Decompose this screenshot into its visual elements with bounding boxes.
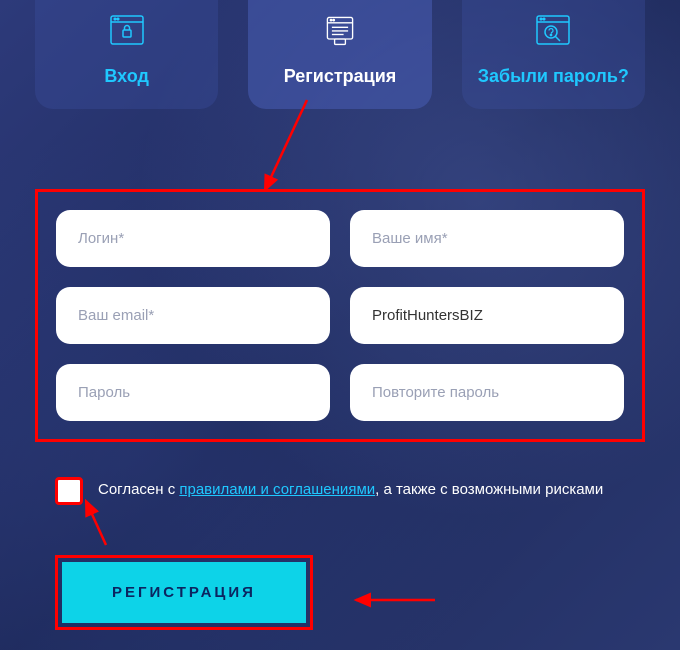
agreement-suffix: , а также с возможными рисками [375, 481, 603, 498]
lock-icon [109, 12, 145, 48]
email-input[interactable] [56, 287, 330, 344]
auth-tabs: Вход Регистрация [0, 0, 680, 109]
registration-form-highlight [35, 189, 645, 442]
password-input[interactable] [56, 364, 330, 421]
register-button[interactable]: РЕГИСТРАЦИЯ [62, 562, 306, 623]
agreement-text: Согласен с правилами и соглашениями, а т… [98, 477, 603, 503]
name-input[interactable] [350, 210, 624, 267]
tab-forgot-password[interactable]: Забыли пароль? [462, 0, 645, 109]
password-repeat-input[interactable] [350, 364, 624, 421]
referrer-input[interactable] [350, 287, 624, 344]
tab-forgot-label: Забыли пароль? [478, 66, 629, 87]
agreement-row: Согласен с правилами и соглашениями, а т… [55, 477, 625, 505]
tab-login-label: Вход [104, 66, 149, 87]
question-search-icon [535, 12, 571, 48]
submit-highlight: РЕГИСТРАЦИЯ [55, 555, 313, 630]
tab-register-label: Регистрация [284, 66, 397, 87]
login-input[interactable] [56, 210, 330, 267]
tab-register[interactable]: Регистрация [248, 0, 431, 109]
annotation-arrow-to-submit [350, 590, 440, 610]
tab-login[interactable]: Вход [35, 0, 218, 109]
terms-link[interactable]: правилами и соглашениями [179, 481, 375, 498]
agreement-checkbox[interactable] [55, 477, 83, 505]
form-icon [322, 12, 358, 48]
agreement-prefix: Согласен с [98, 481, 179, 498]
registration-form [56, 210, 624, 421]
annotation-arrow-to-form [255, 95, 315, 200]
